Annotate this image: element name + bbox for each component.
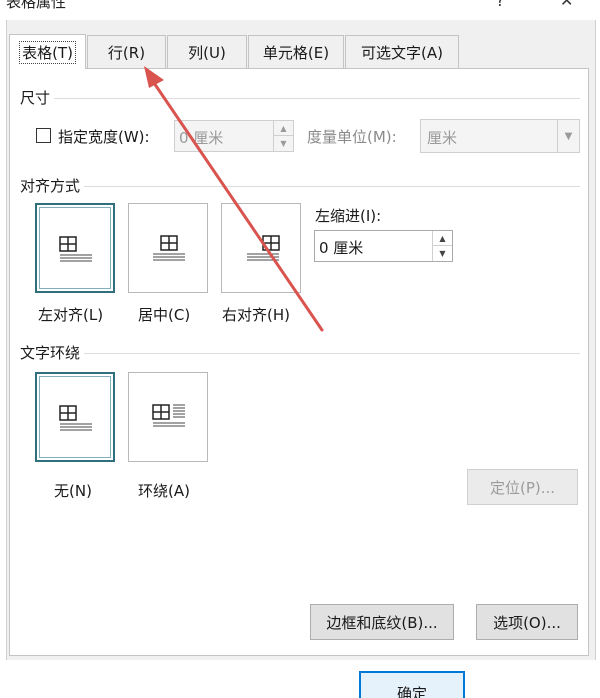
chevron-down-icon[interactable]: ▼: [274, 136, 293, 151]
help-icon[interactable]: ?: [496, 0, 505, 10]
table-tab-panel: 尺寸 指定宽度(W): 0 厘米 ▲ ▼ 度量单位(M): 厘米 ▼ 对齐方式: [9, 68, 589, 656]
tab-label: 行(R): [107, 43, 146, 62]
left-indent-label: 左缩进(I):: [315, 207, 382, 225]
tab-label: 列(U): [188, 43, 226, 62]
width-value: 0 厘米: [179, 129, 224, 147]
align-left-label: 左对齐(L): [38, 306, 104, 324]
chevron-up-icon[interactable]: ▲: [433, 231, 452, 246]
measure-unit-select[interactable]: 厘米 ▼: [420, 119, 580, 153]
specify-width-checkbox[interactable]: [36, 128, 51, 143]
wrap-around-label: 环绕(A): [138, 482, 190, 500]
tab-table[interactable]: 表格(T): [9, 34, 86, 69]
ok-button[interactable]: 确定: [359, 671, 465, 698]
borders-shading-button[interactable]: 边框和底纹(B)...: [310, 604, 454, 640]
chevron-down-icon[interactable]: ▼: [433, 246, 452, 261]
align-left-option[interactable]: [35, 203, 115, 293]
align-right-label: 右对齐(H): [222, 306, 290, 324]
tab-alt-text[interactable]: 可选文字(A): [345, 35, 459, 68]
close-icon[interactable]: ✕: [560, 0, 573, 10]
wrap-around-option[interactable]: [128, 372, 208, 462]
specify-width-label: 指定宽度(W):: [58, 128, 150, 146]
wrapping-section-label: 文字环绕: [20, 342, 85, 363]
wrap-none-icon: [59, 405, 92, 431]
width-spin-buttons: ▲ ▼: [273, 121, 293, 151]
align-right-icon: [247, 235, 280, 261]
chevron-down-icon: ▼: [557, 120, 579, 152]
title-bar: 表格属性 ? ✕: [0, 0, 600, 20]
wrap-around-icon: [152, 404, 185, 427]
align-center-icon: [153, 235, 185, 261]
size-section-label: 尺寸: [20, 87, 55, 108]
align-center-label: 居中(C): [138, 306, 191, 324]
tab-label: 表格(T): [19, 40, 76, 64]
tab-label: 可选文字(A): [361, 43, 443, 62]
align-center-option[interactable]: [128, 203, 208, 293]
tab-column[interactable]: 列(U): [167, 35, 247, 68]
align-right-option[interactable]: [221, 203, 301, 293]
alignment-section-label: 对齐方式: [20, 175, 85, 196]
options-button[interactable]: 选项(O)...: [476, 604, 578, 640]
left-indent-spinner[interactable]: 0 厘米 ▲ ▼: [314, 230, 453, 262]
chevron-up-icon[interactable]: ▲: [274, 121, 293, 136]
measure-unit-value: 厘米: [427, 129, 458, 147]
measure-unit-label: 度量单位(M):: [307, 128, 397, 146]
wrap-none-label: 无(N): [54, 482, 92, 500]
tab-label: 单元格(E): [262, 43, 330, 62]
tab-row[interactable]: 行(R): [87, 35, 166, 68]
wrapping-divider: [20, 353, 580, 354]
alignment-divider: [20, 186, 580, 187]
wrap-none-option[interactable]: [35, 372, 115, 462]
tab-cell[interactable]: 单元格(E): [248, 35, 344, 68]
width-spinner[interactable]: 0 厘米 ▲ ▼: [174, 120, 294, 152]
window-title: 表格属性: [6, 0, 67, 11]
indent-spin-buttons: ▲ ▼: [432, 231, 452, 261]
left-indent-value: 0 厘米: [319, 239, 364, 257]
position-button[interactable]: 定位(P)...: [467, 469, 578, 505]
ok-button-label: 确定: [396, 685, 427, 698]
align-left-icon: [59, 236, 92, 262]
size-divider: [20, 98, 580, 99]
